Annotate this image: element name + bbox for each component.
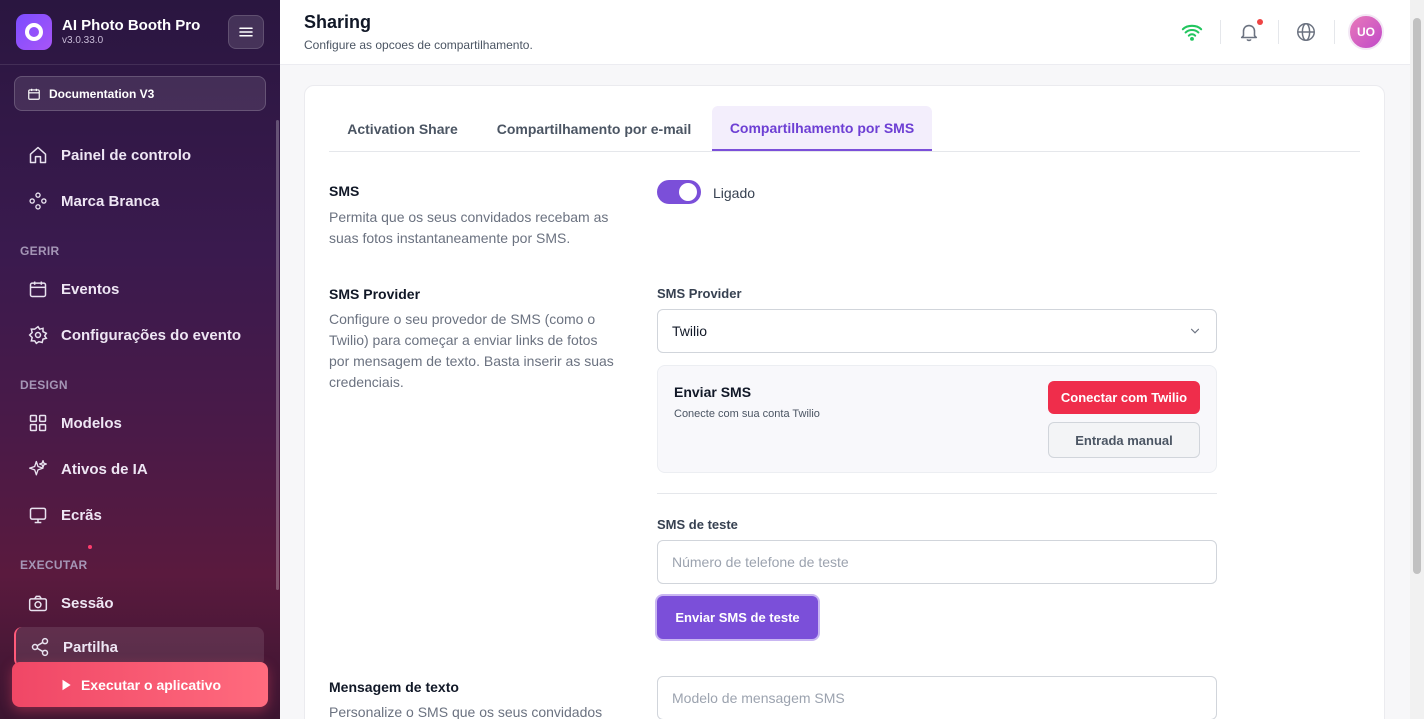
- sidebar-item-dashboard[interactable]: Painel de controlo: [14, 135, 264, 175]
- header-separator: [1220, 20, 1221, 44]
- gear-icon: [28, 325, 48, 345]
- run-app-button[interactable]: Executar o aplicativo: [12, 662, 268, 707]
- manual-entry-button[interactable]: Entrada manual: [1048, 422, 1200, 458]
- page-title: Sharing: [304, 12, 372, 32]
- page-scrollbar-thumb[interactable]: [1413, 18, 1421, 574]
- diamond-nodes-icon: [29, 192, 47, 210]
- bell-icon: [1240, 24, 1258, 42]
- share-icon: [31, 637, 49, 657]
- decorative-dot: [88, 545, 92, 549]
- section-divider: [657, 493, 1217, 494]
- sidebar-item-label: Configurações do evento: [61, 326, 242, 344]
- connect-twilio-button[interactable]: Conectar com Twilio: [1048, 381, 1200, 414]
- tab-email-sharing[interactable]: Compartilhamento por e-mail: [482, 106, 706, 151]
- sharing-tabs: Activation Share Compartilhamento por e-…: [329, 106, 1360, 152]
- twilio-box-subtitle: Conecte com sua conta Twilio: [674, 408, 820, 420]
- sidebar: AI Photo Booth Pro v3.0.33.0 Documentati…: [0, 0, 280, 719]
- calendar-icon: [29, 281, 47, 298]
- section-label-run: EXECUTAR: [20, 558, 88, 572]
- sidebar-item-label: Painel de controlo: [61, 146, 192, 164]
- chevron-down-icon: [1190, 328, 1200, 334]
- sms-provider-select[interactable]: Twilio: [657, 309, 1217, 353]
- menu-toggle-button[interactable]: [228, 15, 264, 49]
- sidebar-item-events[interactable]: Eventos: [14, 269, 264, 309]
- sidebar-item-ai-assets[interactable]: Ativos de IA: [14, 449, 264, 489]
- sidebar-item-screens[interactable]: Ecrãs: [14, 495, 264, 535]
- app-logo-icon: [16, 14, 52, 50]
- sms-section-description: Permita que os seus convidados recebam a…: [329, 209, 609, 246]
- page-subtitle: Configure as opcoes de compartilhamento.: [304, 38, 533, 52]
- top-header: Sharing Configure as opcoes de compartil…: [280, 0, 1410, 65]
- hamburger-icon: [239, 27, 253, 37]
- test-sms-label: SMS de teste: [657, 517, 738, 532]
- sidebar-item-label: Marca Branca: [61, 192, 160, 210]
- header-separator: [1278, 20, 1279, 44]
- globe-icon: [1297, 23, 1315, 41]
- documentation-label: Documentation V3: [49, 86, 155, 101]
- sms-toggle[interactable]: [657, 180, 701, 204]
- documentation-button[interactable]: Documentation V3: [14, 76, 266, 111]
- selected-provider: Twilio: [672, 323, 708, 339]
- section-label-manage: GERIR: [20, 244, 60, 258]
- notification-dot: [1257, 19, 1263, 25]
- sharing-card: Activation Share Compartilhamento por e-…: [304, 85, 1385, 719]
- calendar-icon: [28, 88, 40, 100]
- provider-section-description: Configure o seu provedor de SMS (como o …: [329, 311, 614, 390]
- sidebar-item-label: Modelos: [61, 414, 122, 432]
- section-label-design: DESIGN: [20, 378, 68, 392]
- sms-section-title: SMS: [329, 183, 360, 199]
- sparkles-icon: [29, 460, 47, 476]
- sidebar-item-label: Eventos: [61, 280, 120, 298]
- sidebar-item-label: Ativos de IA: [61, 460, 148, 478]
- sms-toggle-label: Ligado: [713, 185, 756, 201]
- grid-icon: [29, 414, 47, 432]
- page-scrollbar[interactable]: [1410, 0, 1424, 719]
- sidebar-item-templates[interactable]: Modelos: [14, 403, 264, 443]
- provider-section-title: SMS Provider: [329, 286, 421, 302]
- header-separator: [1334, 20, 1335, 44]
- send-test-sms-button[interactable]: Enviar SMS de teste: [657, 596, 818, 639]
- sidebar-item-event-settings[interactable]: Configurações do evento: [14, 315, 264, 355]
- sidebar-item-label: Partilha: [63, 638, 119, 656]
- tab-activation-share[interactable]: Activation Share: [329, 106, 476, 151]
- camera-icon: [28, 595, 48, 612]
- sidebar-divider: [0, 64, 280, 65]
- run-app-label: Executar o aplicativo: [80, 676, 222, 693]
- message-section-title: Mensagem de texto: [329, 679, 459, 695]
- sidebar-item-label: Sessão: [61, 594, 114, 612]
- monitor-icon: [29, 507, 47, 524]
- user-avatar[interactable]: UO: [1348, 14, 1384, 50]
- app-version: v3.0.33.0: [62, 35, 104, 46]
- sidebar-scrollbar[interactable]: [276, 120, 279, 590]
- wifi-status[interactable]: [1180, 20, 1204, 44]
- test-phone-input[interactable]: [657, 540, 1217, 584]
- message-section-description: Personalize o SMS que os seus convidados: [329, 704, 603, 719]
- app-name: AI Photo Booth Pro: [62, 17, 201, 34]
- sidebar-item-session[interactable]: Sessão: [14, 583, 264, 623]
- tab-sms-sharing[interactable]: Compartilhamento por SMS: [712, 106, 932, 151]
- sidebar-item-white-label[interactable]: Marca Branca: [14, 181, 264, 221]
- twilio-box-title: Enviar SMS: [674, 384, 752, 400]
- twilio-connect-box: Enviar SMS Conecte com sua conta Twilio …: [657, 365, 1217, 473]
- sidebar-item-sharing[interactable]: Partilha: [14, 627, 264, 667]
- play-icon: [62, 679, 71, 690]
- toggle-knob: [679, 183, 697, 201]
- sidebar-item-label: Ecrãs: [61, 506, 102, 524]
- wifi-icon: [1181, 24, 1203, 41]
- home-icon: [29, 146, 47, 164]
- brand: AI Photo Booth Pro v3.0.33.0: [16, 14, 200, 50]
- sms-template-input[interactable]: [657, 676, 1217, 719]
- provider-field-label: SMS Provider: [657, 286, 742, 301]
- language-button[interactable]: [1294, 20, 1318, 44]
